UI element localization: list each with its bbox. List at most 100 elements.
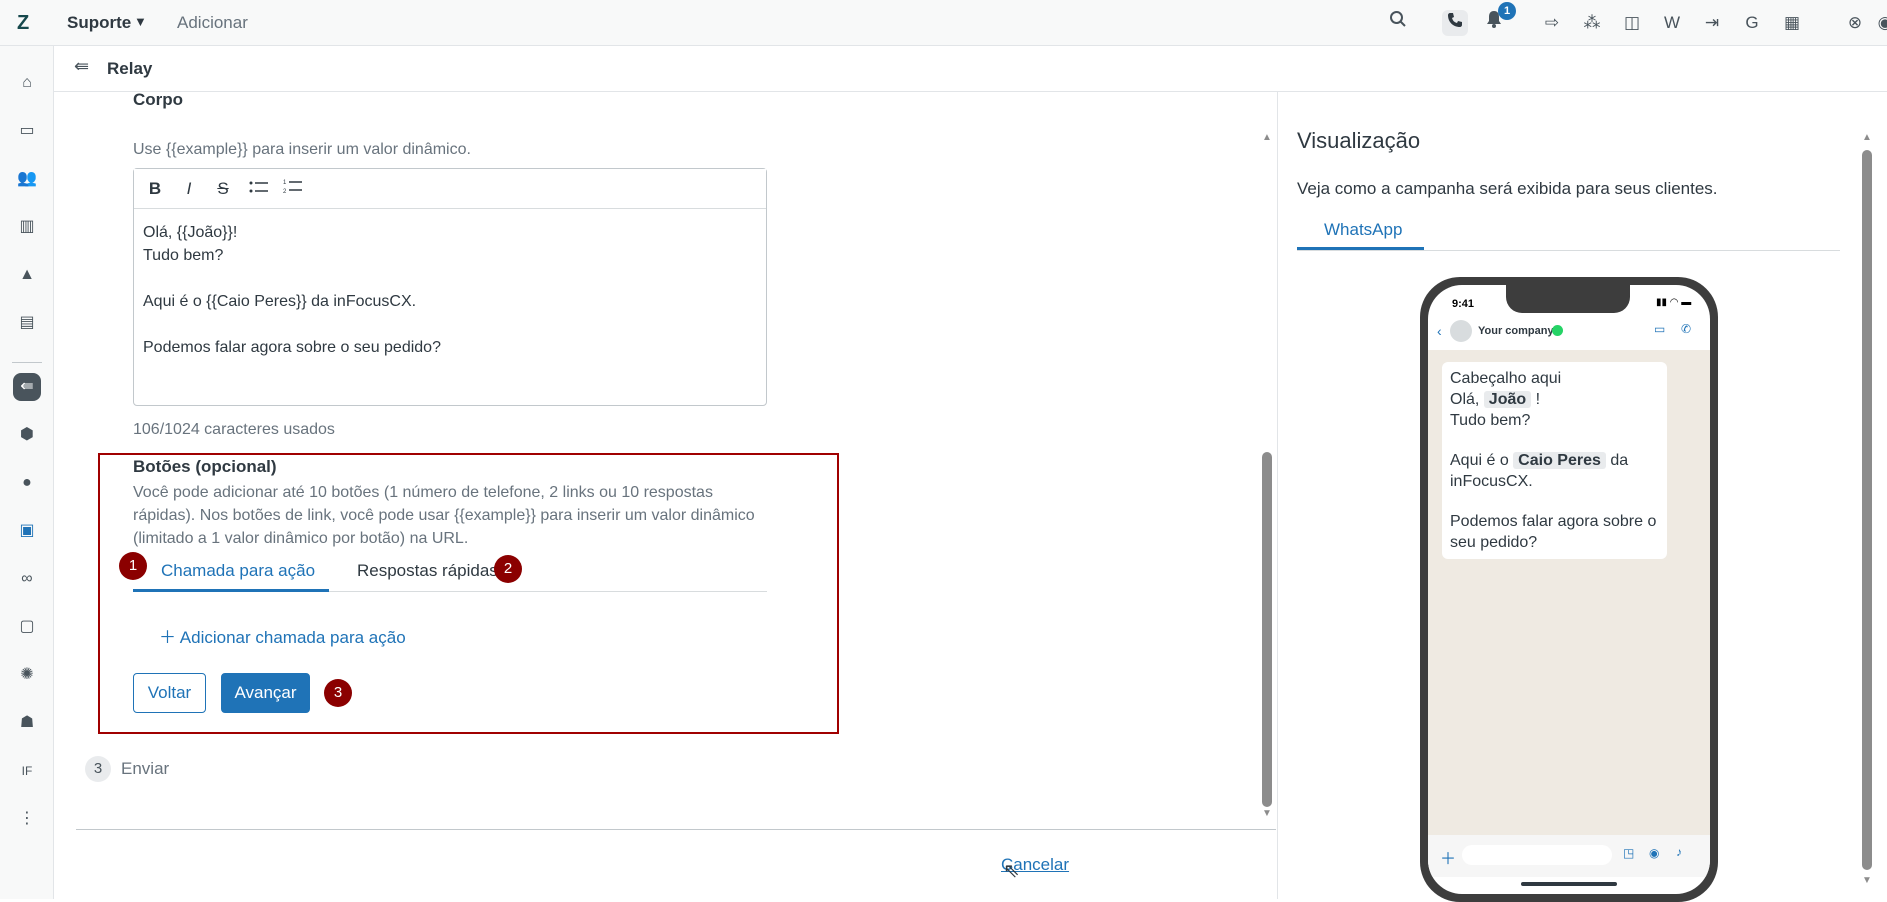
shapes-icon[interactable]: ▲ — [13, 261, 41, 289]
app-title: Relay — [107, 59, 153, 78]
video-call-icon: ▭ — [1654, 322, 1666, 336]
sun-icon[interactable]: ✺ — [13, 661, 41, 689]
editor-line: Tudo bem? — [143, 247, 224, 264]
bullet-list-icon[interactable] — [246, 177, 272, 201]
tab-call-to-action[interactable]: Chamada para ação — [161, 561, 315, 581]
export-icon[interactable]: ⇥ — [1699, 10, 1725, 36]
message-line: Tudo bem? — [1450, 412, 1531, 429]
scroll-down-icon[interactable]: ▼ — [1262, 808, 1272, 819]
zendesk-logo-icon[interactable]: Z — [17, 12, 29, 35]
add-button[interactable]: Adicionar — [177, 13, 248, 33]
more-icon[interactable]: ⋮ — [13, 805, 41, 833]
home-icon[interactable]: ⌂ — [13, 69, 41, 97]
plus-icon: ＋ — [159, 628, 176, 647]
top-bar: Z Suporte ▼ Adicionar 1 ⇨ ⁂ ◫ W ⇥ G ▦ ⊗ … — [0, 0, 1887, 46]
chevron-down-icon[interactable]: ▼ — [134, 14, 147, 29]
campaign-form: Corpo Use {{example}} para inserir um va… — [76, 92, 1276, 829]
editor-line: Podemos falar agora sobre o seu pedido? — [143, 339, 441, 356]
if-app-icon[interactable]: IF — [13, 757, 41, 785]
body-editor[interactable]: B I S 12 Olá, {{João}}! Tudo bem? Aqui é… — [133, 168, 767, 406]
phone-notch — [1506, 285, 1630, 313]
add-call-to-action-button[interactable]: ＋ Adicionar chamada para ação — [159, 623, 406, 648]
phone-mockup: 9:41 ▮▮ ◠ ▬ ‹ Your company ▭ ✆ Cabeçalho… — [1420, 277, 1718, 902]
svg-text:1: 1 — [283, 180, 287, 186]
transfer-icon[interactable]: ⇨ — [1539, 10, 1565, 36]
scroll-up-icon[interactable]: ▲ — [1862, 132, 1872, 143]
scroll-up-icon[interactable]: ▲ — [1262, 132, 1272, 143]
w-app-icon[interactable]: W — [1659, 10, 1685, 36]
dot-app-icon[interactable]: ● — [13, 469, 41, 497]
app-icon[interactable]: ◫ — [1619, 10, 1645, 36]
editor-line: Olá, {{João}}! — [143, 224, 238, 241]
call-icon: ✆ — [1681, 322, 1692, 336]
step-marker-2: 2 — [494, 555, 522, 583]
cube-icon[interactable]: ⬢ — [13, 421, 41, 449]
mouse-cursor-icon: ⇖ — [1003, 860, 1020, 882]
inbox-icon[interactable]: ▭ — [13, 117, 41, 145]
preview-tab-divider — [1297, 250, 1840, 251]
next-button[interactable]: Avançar — [221, 673, 310, 713]
italic-icon[interactable]: I — [176, 177, 202, 201]
phone-time: 9:41 — [1452, 298, 1475, 310]
message-text: ! — [1535, 391, 1541, 408]
search-icon[interactable] — [1385, 10, 1411, 36]
phone-icon[interactable] — [1442, 10, 1468, 36]
step-marker-3: 3 — [324, 679, 352, 707]
preview-pane: Visualização Veja como a campanha será e… — [1277, 92, 1887, 902]
sidebar: ⌂ ▭ 👥 ▥ ▲ ▤ ⇚ ⬢ ● ▣ ∞ ▢ ✺ ☗ IF ⋮ — [0, 46, 54, 899]
close-icon[interactable]: ⊗ — [1842, 10, 1868, 36]
home-indicator — [1521, 882, 1617, 886]
form-footer: Cancelar — [76, 829, 1276, 899]
message-line: Olá, João ! — [1450, 389, 1659, 410]
editor-toolbar: B I S 12 — [134, 169, 766, 209]
g-app-icon[interactable]: G — [1739, 10, 1765, 36]
form-scrollbar[interactable]: ▲ ▼ — [1262, 132, 1272, 822]
phone-screen: 9:41 ▮▮ ◠ ▬ ‹ Your company ▭ ✆ Cabeçalho… — [1428, 285, 1710, 894]
editor-body[interactable]: Olá, {{João}}! Tudo bem? Aqui é o {{Caio… — [143, 221, 441, 359]
message-text: Aqui é o — [1450, 452, 1509, 469]
preview-title: Visualização — [1297, 128, 1421, 153]
binoculars-icon[interactable]: ∞ — [13, 565, 41, 593]
numbered-list-icon[interactable]: 12 — [280, 177, 306, 201]
scrollbar-thumb[interactable] — [1262, 452, 1272, 807]
calendar-icon[interactable]: ▦ — [1779, 10, 1805, 36]
comment-icon[interactable]: ▢ — [13, 613, 41, 641]
app-header: ⇚ Relay — [54, 46, 1887, 92]
bold-icon[interactable]: B — [142, 177, 168, 201]
tab-whatsapp[interactable]: WhatsApp — [1324, 220, 1402, 240]
grid-app-icon[interactable]: ⁂ — [1579, 10, 1605, 36]
plus-icon: ＋ — [1440, 851, 1457, 868]
message-line: Aqui é o Caio Peres da — [1450, 450, 1659, 471]
tab-quick-replies[interactable]: Respostas rápidas — [357, 561, 498, 581]
editor-line: Aqui é o {{Caio Peres}} da inFocusCX. — [143, 293, 417, 310]
step-label-send: Enviar — [121, 759, 170, 778]
building-icon[interactable]: ▥ — [13, 213, 41, 241]
message-text: da — [1610, 452, 1629, 469]
body-section-title: Corpo — [133, 92, 184, 109]
reports-icon[interactable]: ▤ — [13, 309, 41, 337]
camera-icon: ◉ — [1649, 846, 1660, 860]
scroll-down-icon[interactable]: ▼ — [1862, 875, 1872, 886]
add-call-to-action-label: Adicionar chamada para ação — [179, 628, 406, 647]
product-switcher[interactable]: Suporte — [67, 13, 131, 33]
preview-scrollbar[interactable]: ▲ ▼ — [1862, 132, 1872, 887]
chat-app-icon[interactable]: ▣ — [13, 517, 41, 545]
scrollbar-thumb[interactable] — [1862, 150, 1872, 870]
avatar[interactable]: ◉ — [1872, 10, 1887, 36]
users-icon[interactable]: 👥 — [13, 165, 41, 193]
message-header: Cabeçalho aqui — [1450, 370, 1562, 387]
active-tab-indicator — [133, 589, 329, 592]
message-bubble: Cabeçalho aqui Olá, João ! Tudo bem? Aqu… — [1442, 362, 1667, 559]
back-button[interactable]: Voltar — [133, 673, 206, 713]
char-count: 106/1024 caracteres usados — [133, 421, 335, 438]
step-number: 3 — [85, 756, 111, 782]
chat-input-field — [1462, 845, 1612, 865]
variable-chip: Caio Peres — [1513, 452, 1606, 469]
relay-app-icon[interactable]: ⇚ — [13, 373, 41, 401]
strikethrough-icon[interactable]: S — [210, 177, 236, 201]
signal-battery-icon: ▮▮ ◠ ▬ — [1656, 297, 1692, 308]
sidebar-divider — [12, 362, 42, 363]
agent-icon[interactable]: ☗ — [13, 709, 41, 737]
message-line: Podemos falar agora sobre o seu pedido? — [1450, 513, 1657, 551]
variable-chip: João — [1483, 391, 1532, 408]
